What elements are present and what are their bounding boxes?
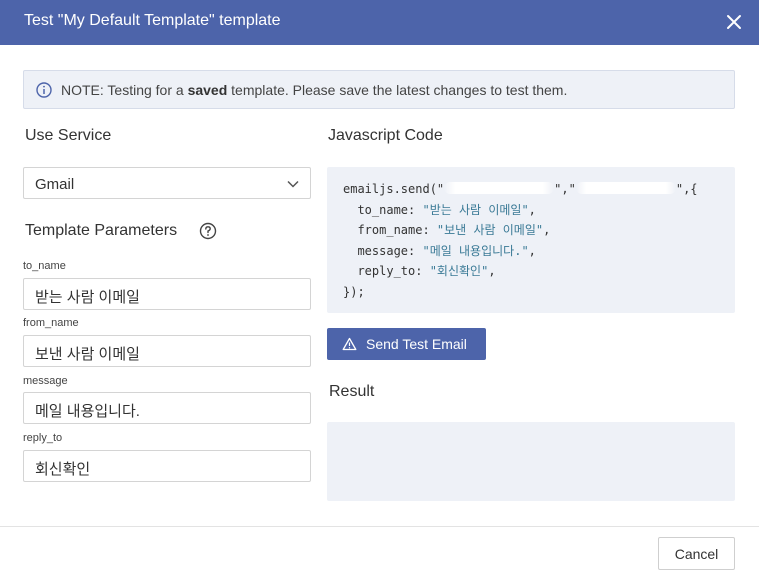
javascript-code-heading: Javascript Code [328, 127, 443, 144]
field-label-to-name: to_name [23, 260, 66, 272]
note-bold: saved [187, 82, 228, 98]
code-param-value: "받는 사람 이메일" [422, 202, 529, 217]
question-circle-icon[interactable] [199, 222, 217, 240]
code-line1-mid: "," [554, 182, 576, 196]
redacted-service-id [444, 182, 555, 194]
warning-triangle-icon [342, 337, 357, 351]
code-line1-prefix: emailjs.send(" [343, 182, 445, 196]
result-heading: Result [329, 383, 375, 400]
send-test-email-button[interactable]: Send Test Email [327, 328, 486, 360]
code-param-key: to_name: [343, 202, 423, 217]
code-closing: }); [343, 284, 365, 299]
chevron-down-icon [287, 180, 299, 188]
close-icon[interactable] [723, 11, 745, 33]
template-parameters-heading: Template Parameters [25, 222, 178, 239]
to-name-value: 받는 사람 이메일 [35, 289, 140, 306]
note-prefix: NOTE: Testing for a [61, 82, 188, 98]
code-param-value: "보낸 사람 이메일" [436, 223, 544, 237]
code-line1-suffix: ",{ [675, 182, 698, 196]
message-value: 메일 내용입니다. [35, 403, 140, 420]
field-label-message: message [23, 375, 68, 387]
note-suffix: template. Please save the latest changes… [227, 82, 568, 98]
code-param-end: , [528, 202, 536, 217]
footer-divider [0, 526, 759, 527]
code-param-key: message: [343, 243, 423, 258]
from-name-input[interactable]: 보낸 사람 이메일 [23, 335, 311, 367]
code-block: emailjs.send(" "," ",{ to_name: "받는 사람 이메일… [327, 167, 735, 313]
send-test-email-label: Send Test Email [366, 336, 467, 352]
field-label-from-name: from_name [23, 317, 79, 329]
field-label-reply-to: reply_to [23, 432, 63, 444]
result-panel [327, 422, 735, 501]
use-service-heading: Use Service [25, 127, 112, 144]
code-param-end: , [488, 264, 496, 278]
code-param-key: from_name: [343, 223, 437, 237]
dialog-header: Test "My Default Template" template [0, 0, 759, 45]
code-param-value: "회신확인" [429, 264, 489, 278]
to-name-input[interactable]: 받는 사람 이메일 [23, 278, 311, 310]
cancel-label: Cancel [674, 546, 719, 562]
code-param-key: reply_to: [343, 264, 430, 278]
reply-to-input[interactable]: 회신확인 [23, 450, 311, 482]
redacted-template-id [575, 182, 676, 194]
note-text: NOTE: Testing for a saved template. Plea… [61, 82, 567, 98]
code-param-end: , [543, 223, 551, 237]
service-select[interactable]: Gmail [23, 167, 311, 199]
code-param-value: "메일 내용입니다." [422, 243, 529, 258]
message-input[interactable]: 메일 내용입니다. [23, 392, 311, 424]
note-banner: NOTE: Testing for a saved template. Plea… [23, 70, 735, 109]
from-name-value: 보낸 사람 이메일 [35, 346, 140, 363]
info-icon [36, 82, 52, 98]
service-selected-value: Gmail [35, 176, 75, 193]
dialog-title: Test "My Default Template" template [24, 12, 281, 29]
reply-to-value: 회신확인 [35, 461, 91, 478]
code-param-end: , [528, 243, 536, 258]
cancel-button[interactable]: Cancel [658, 537, 735, 570]
code-text: emailjs.send(" "," ",{ to_name: "받는 사람 이메일… [343, 179, 698, 302]
